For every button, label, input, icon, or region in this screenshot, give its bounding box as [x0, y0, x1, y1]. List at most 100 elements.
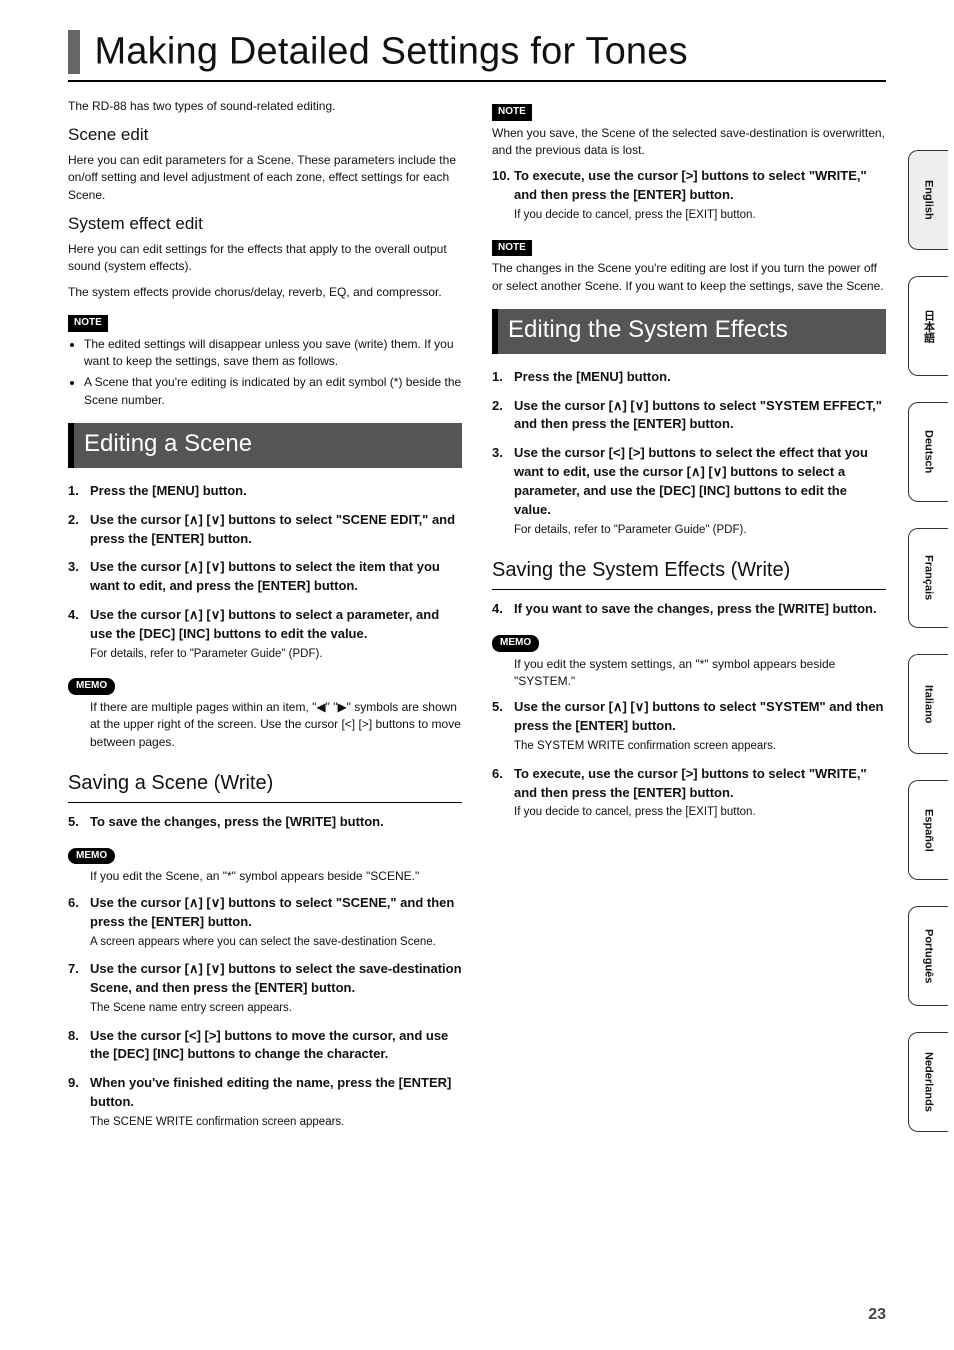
step: 8. Use the cursor [<] [>] buttons to move…	[68, 1027, 462, 1065]
step-sub: The SCENE WRITE confirmation screen appe…	[90, 1114, 462, 1131]
step-text: Press the [MENU] button.	[514, 368, 886, 387]
editing-scene-memo: If there are multiple pages within an it…	[68, 699, 462, 751]
memo-label: MEMO	[68, 848, 115, 865]
step: 1. Press the [MENU] button.	[68, 482, 462, 501]
step-sub: The Scene name entry screen appears.	[90, 1000, 462, 1017]
lang-tab-nederlands[interactable]: Nederlands	[908, 1032, 948, 1132]
note-label: NOTE	[68, 315, 108, 332]
step-text: Press the [MENU] button.	[90, 482, 462, 501]
lang-tab-portugues[interactable]: Português	[908, 906, 948, 1006]
step-sub: For details, refer to "Parameter Guide" …	[90, 646, 462, 663]
saving-scene-steps-rest: 6. Use the cursor [∧] [∨] buttons to sele…	[68, 894, 462, 1131]
step-text: Use the cursor [<] [>] buttons to move t…	[90, 1027, 462, 1065]
step-sub: The SYSTEM WRITE confirmation screen app…	[514, 738, 886, 755]
step-text: Use the cursor [∧] [∨] buttons to select…	[90, 511, 462, 549]
col2-note1: When you save, the Scene of the selected…	[492, 125, 886, 160]
lang-label: Deutsch	[923, 430, 935, 473]
page: Making Detailed Settings for Tones The R…	[0, 0, 954, 1350]
step-num: 1.	[68, 482, 79, 501]
step-num: 8.	[68, 1027, 79, 1046]
step-text: Use the cursor [∧] [∨] buttons to select…	[514, 698, 886, 736]
step: 2. Use the cursor [∧] [∨] buttons to sele…	[68, 511, 462, 549]
sys-effect-edit-body2: The system effects provide chorus/delay,…	[68, 284, 462, 301]
scene-edit-body: Here you can edit parameters for a Scene…	[68, 152, 462, 204]
step-text: To save the changes, press the [WRITE] b…	[90, 813, 462, 832]
lang-tab-english[interactable]: English	[908, 150, 948, 250]
page-title: Making Detailed Settings for Tones	[94, 31, 687, 73]
title-wrap: Making Detailed Settings for Tones	[68, 30, 886, 82]
step: 6.Use the cursor [∧] [∨] buttons to sele…	[68, 894, 462, 950]
step-text: Use the cursor [∧] [∨] buttons to select…	[90, 558, 462, 596]
columns: The RD-88 has two types of sound-related…	[68, 98, 886, 1141]
step-sub: For details, refer to "Parameter Guide" …	[514, 522, 886, 539]
lang-label: English	[923, 180, 935, 220]
memo-label: MEMO	[492, 635, 539, 652]
note1-list: The edited settings will disappear unles…	[68, 336, 462, 410]
step-num: 6.	[68, 894, 79, 913]
step-num: 2.	[492, 397, 503, 416]
scene-edit-heading: Scene edit	[68, 123, 462, 148]
step-text: Use the cursor [∧] [∨] buttons to select…	[90, 960, 462, 998]
step: 10.To execute, use the cursor [>] button…	[492, 167, 886, 223]
step-text: Use the cursor [<] [>] buttons to select…	[514, 444, 886, 519]
editing-sys-heading: Editing the System Effects	[492, 309, 886, 354]
step: 1. Press the [MENU] button.	[492, 368, 886, 387]
col2-note2: The changes in the Scene you're editing …	[492, 260, 886, 295]
step-num: 1.	[492, 368, 503, 387]
memo-label: MEMO	[68, 678, 115, 695]
step-text: If you want to save the changes, press t…	[514, 600, 886, 619]
lang-label: 日本語	[921, 310, 937, 343]
step: 7. Use the cursor [∧] [∨] buttons to sele…	[68, 960, 462, 1016]
step-num: 4.	[492, 600, 503, 619]
step-num: 10.	[492, 167, 510, 186]
col2-step10: 10.To execute, use the cursor [>] button…	[492, 167, 886, 223]
step-num: 4.	[68, 606, 79, 625]
saving-sys-heading: Saving the System Effects (Write)	[492, 552, 886, 590]
step-num: 6.	[492, 765, 503, 784]
intro-text: The RD-88 has two types of sound-related…	[68, 98, 462, 115]
step-num: 9.	[68, 1074, 79, 1093]
editing-scene-heading: Editing a Scene	[68, 423, 462, 468]
note-label: NOTE	[492, 104, 532, 121]
step-text: When you've finished editing the name, p…	[90, 1074, 462, 1112]
lang-label: Nederlands	[923, 1052, 935, 1112]
step-num: 2.	[68, 511, 79, 530]
note-label: NOTE	[492, 240, 532, 257]
lang-tab-italiano[interactable]: Italiano	[908, 654, 948, 754]
step-text: Use the cursor [∧] [∨] buttons to select…	[90, 606, 462, 644]
editing-sys-steps: 1. Press the [MENU] button. 2. Use the cur…	[492, 368, 886, 539]
step: 6.To execute, use the cursor [>] buttons…	[492, 765, 886, 821]
page-number: 23	[868, 1306, 886, 1324]
right-column: NOTE When you save, the Scene of the sel…	[492, 98, 886, 1141]
lang-tab-francais[interactable]: Français	[908, 528, 948, 628]
language-tabs: English 日本語 Deutsch Français Italiano Es…	[908, 150, 948, 1132]
step-sub: If you decide to cancel, press the [EXIT…	[514, 207, 886, 224]
lang-label: Português	[923, 929, 935, 983]
step: 3. Use the cursor [<] [>] buttons to sele…	[492, 444, 886, 538]
step-num: 3.	[492, 444, 503, 463]
step-num: 5.	[492, 698, 503, 717]
lang-label: Français	[923, 555, 935, 600]
title-bar-icon	[68, 30, 80, 74]
step: 4. If you want to save the changes, press…	[492, 600, 886, 619]
step-text: To execute, use the cursor [>] buttons t…	[514, 167, 886, 205]
lang-label: Español	[923, 809, 935, 852]
lang-tab-japanese[interactable]: 日本語	[908, 276, 948, 376]
step-num: 3.	[68, 558, 79, 577]
saving-sys-step4: 4. If you want to save the changes, press…	[492, 600, 886, 619]
lang-label: Italiano	[923, 685, 935, 724]
saving-scene-steps: 5.To save the changes, press the [WRITE]…	[68, 813, 462, 832]
step-num: 7.	[68, 960, 79, 979]
step-text: Use the cursor [∧] [∨] buttons to select…	[514, 397, 886, 435]
note1-item: The edited settings will disappear unles…	[84, 336, 462, 371]
step: 2. Use the cursor [∧] [∨] buttons to sele…	[492, 397, 886, 435]
step: 4. Use the cursor [∧] [∨] buttons to sele…	[68, 606, 462, 662]
saving-sys-steps-rest: 5. Use the cursor [∧] [∨] buttons to sele…	[492, 698, 886, 821]
saving-scene-heading: Saving a Scene (Write)	[68, 765, 462, 803]
step-sub: A screen appears where you can select th…	[90, 934, 462, 951]
lang-tab-espanol[interactable]: Español	[908, 780, 948, 880]
sys-effect-edit-body1: Here you can edit settings for the effec…	[68, 241, 462, 276]
lang-tab-deutsch[interactable]: Deutsch	[908, 402, 948, 502]
note1-item: A Scene that you're editing is indicated…	[84, 374, 462, 409]
step: 5.To save the changes, press the [WRITE]…	[68, 813, 462, 832]
